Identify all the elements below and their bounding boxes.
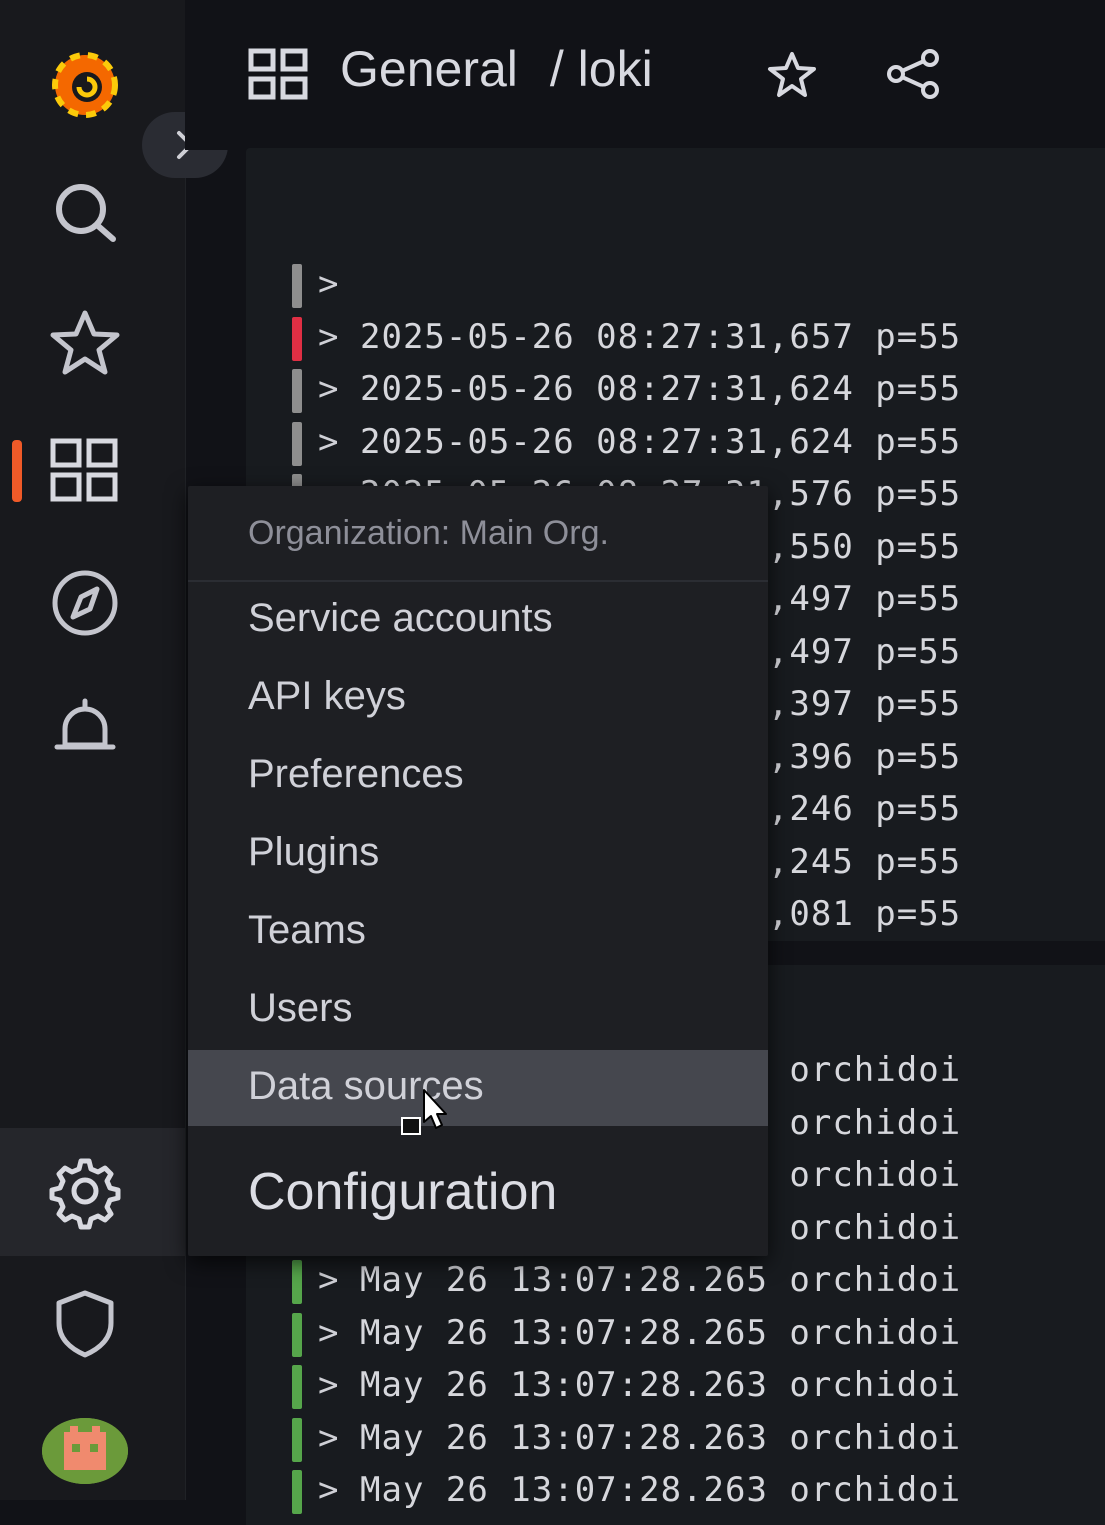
shield-icon[interactable] — [42, 1280, 128, 1366]
menu-section-label: Configuration — [248, 1163, 558, 1221]
menu-item-service-accounts[interactable]: Service accounts — [188, 582, 768, 658]
menu-item-data-sources[interactable]: Data sources — [188, 1050, 768, 1126]
grafana-logo-icon[interactable] — [42, 40, 128, 126]
user-avatar[interactable] — [42, 1418, 128, 1484]
chevron-right-icon[interactable]: > — [318, 1418, 338, 1458]
menu-item-label: Teams — [248, 908, 366, 952]
chevron-right-icon[interactable]: > — [318, 369, 338, 409]
alerting-icon[interactable] — [42, 688, 128, 774]
menu-item-teams[interactable]: Teams — [188, 894, 768, 970]
menu-item-label: Users — [248, 986, 353, 1030]
chevron-right-icon[interactable]: > — [318, 317, 338, 357]
chevron-right-icon[interactable]: > — [318, 422, 338, 462]
log-level-indicator — [292, 1312, 302, 1357]
log-message: 2025-05-26 08:27:31,624 p=55 — [360, 369, 962, 409]
active-indicator — [12, 440, 22, 502]
log-message: 2025-05-26 08:27:31,657 p=55 — [360, 316, 962, 357]
log-level-indicator — [292, 1470, 302, 1514]
breadcrumb-dashboard[interactable]: / loki — [550, 40, 653, 98]
menu-item-api-keys[interactable]: API keys — [188, 660, 768, 736]
explore-icon[interactable] — [42, 558, 128, 644]
menu-item-plugins[interactable]: Plugins — [188, 816, 768, 892]
log-message: May 26 13:07:28.265 orchidoi — [360, 1260, 962, 1300]
dashboards-icon[interactable] — [42, 428, 128, 514]
chevron-right-icon[interactable]: > — [318, 1365, 338, 1405]
breadcrumb-folder[interactable]: General — [340, 40, 518, 98]
log-message: May 26 13:07:28.263 orchidoi — [360, 1417, 962, 1458]
log-level-indicator — [292, 1260, 302, 1304]
log-level-indicator — [292, 316, 302, 361]
log-level-indicator — [292, 1417, 302, 1462]
gear-icon[interactable] — [42, 1148, 128, 1234]
chevron-right-icon[interactable]: > — [318, 1313, 338, 1353]
menu-section-title[interactable]: Configuration — [188, 1128, 768, 1256]
pointer-cursor-icon — [398, 1088, 458, 1138]
search-icon[interactable] — [42, 170, 128, 256]
starred-icon[interactable] — [42, 300, 128, 386]
log-message: 2025-05-26 08:27:31,624 p=55 — [360, 421, 962, 462]
chevron-right-icon[interactable]: > — [318, 1260, 338, 1300]
menu-org-header: Organization: Main Org. — [248, 514, 609, 552]
chevron-right-icon[interactable]: > — [318, 1470, 338, 1510]
log-message: May 26 13:07:28.263 orchidoi — [360, 1470, 962, 1510]
chevron-right-icon[interactable]: > — [318, 264, 338, 304]
menu-item-label: API keys — [248, 674, 406, 718]
menu-item-label: Preferences — [248, 752, 464, 796]
log-level-indicator — [292, 1365, 302, 1409]
menu-item-users[interactable]: Users — [188, 972, 768, 1048]
sidebar — [0, 0, 228, 1500]
menu-item-label: Service accounts — [248, 596, 553, 640]
menu-item-label: Plugins — [248, 830, 380, 874]
log-level-indicator — [292, 421, 302, 466]
log-message: May 26 13:07:28.263 orchidoi — [360, 1365, 962, 1405]
menu-item-preferences[interactable]: Preferences — [188, 738, 768, 814]
dashboard-grid-icon — [248, 48, 308, 105]
breadcrumb: General / loki — [340, 40, 653, 98]
configuration-menu: Organization: Main Org. Service accounts… — [188, 486, 768, 1256]
star-icon[interactable] — [764, 50, 820, 105]
log-level-indicator — [292, 264, 302, 308]
share-icon[interactable] — [884, 48, 944, 105]
log-message: May 26 13:07:28.265 orchidoi — [360, 1312, 962, 1353]
log-level-indicator — [292, 369, 302, 413]
